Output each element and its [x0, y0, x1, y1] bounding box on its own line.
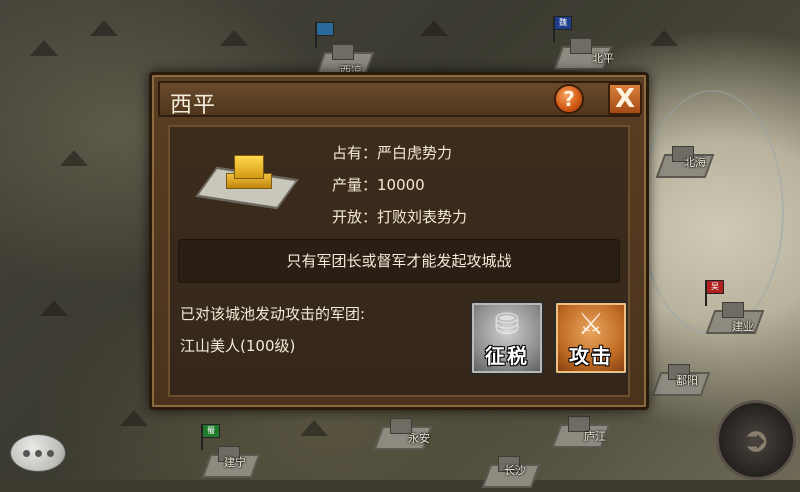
city-info: 占有：严白虎势力 产量：10000 开放：打败刘表势力 [332, 137, 467, 233]
mountain-icon [90, 20, 118, 36]
close-button[interactable]: X [608, 83, 642, 115]
city-beiping[interactable]: 魏 北平 [548, 16, 618, 74]
city-jianning[interactable]: 蜀 建宁 [196, 424, 266, 482]
city-lujiang[interactable]: 庐江 [546, 410, 616, 452]
city-name: 庐江 [584, 430, 606, 443]
dialog-title: 西平 [170, 93, 217, 118]
city-poyang[interactable]: 鄱阳 [646, 358, 716, 400]
navigate-button[interactable]: ➲ [716, 400, 796, 480]
city-name: 长沙 [504, 464, 526, 477]
city-beihai[interactable]: 北海 [650, 140, 720, 182]
chat-button[interactable] [10, 434, 66, 472]
occupant-text: 占有：严白虎势力 [332, 144, 453, 162]
attackers-label: 已对该城池发动攻击的军团: [180, 305, 366, 323]
mountain-icon [420, 20, 448, 36]
mountain-icon [60, 150, 88, 166]
castle-icon [195, 151, 299, 211]
mountain-icon [30, 40, 58, 56]
city-yongan[interactable]: 永安 [368, 412, 438, 454]
attacker-legion: 江山美人(100级) [180, 337, 296, 355]
open-condition-text: 开放：打败刘表势力 [332, 208, 468, 226]
city-name: 建宁 [224, 456, 246, 469]
faction-flag [316, 22, 334, 36]
mountain-icon [120, 410, 148, 426]
chat-bubble-icon [22, 449, 30, 457]
output-text: 产量：10000 [332, 176, 425, 194]
close-icon: X [614, 84, 636, 114]
attack-button[interactable]: ⚔ 攻击 [554, 301, 628, 375]
city-name: 永安 [408, 432, 430, 445]
faction-flag: 吴 [706, 280, 724, 294]
mountain-icon [300, 420, 328, 436]
arrow-right-icon: ➲ [741, 420, 771, 460]
crossed-swords-icon: ⚔ [577, 307, 605, 342]
city-name: 北平 [592, 52, 614, 65]
mountain-icon [40, 300, 68, 316]
dialog-content: 占有：严白虎势力 产量：10000 开放：打败刘表势力 只有军团长或督军才能发起… [168, 125, 630, 397]
city-name: 鄱阳 [676, 374, 698, 387]
question-icon: ? [563, 87, 575, 111]
faction-flag: 魏 [554, 16, 572, 30]
city-name: 北海 [684, 156, 706, 169]
siege-notice: 只有军团长或督军才能发起攻城战 [178, 239, 620, 283]
faction-flag: 蜀 [202, 424, 220, 438]
city-name: 建业 [732, 320, 754, 333]
city-info-dialog: 西平 ? X 占有：严白虎势力 产量：10000 开放：打败刘表势力 只有军团长… [149, 72, 649, 410]
help-button[interactable]: ? [554, 84, 584, 114]
mountain-icon [650, 30, 678, 46]
city-jianye[interactable]: 吴 建业 [700, 280, 770, 338]
tax-button[interactable]: ⛃ 征税 [470, 301, 544, 375]
attack-button-label: 攻击 [569, 344, 613, 368]
coins-icon: ⛃ [494, 307, 520, 342]
mountain-icon [220, 30, 248, 46]
city-changsha[interactable]: 长沙 [476, 450, 546, 492]
dialog-titlebar: 西平 ? X [158, 81, 642, 118]
tax-button-label: 征税 [485, 344, 529, 368]
